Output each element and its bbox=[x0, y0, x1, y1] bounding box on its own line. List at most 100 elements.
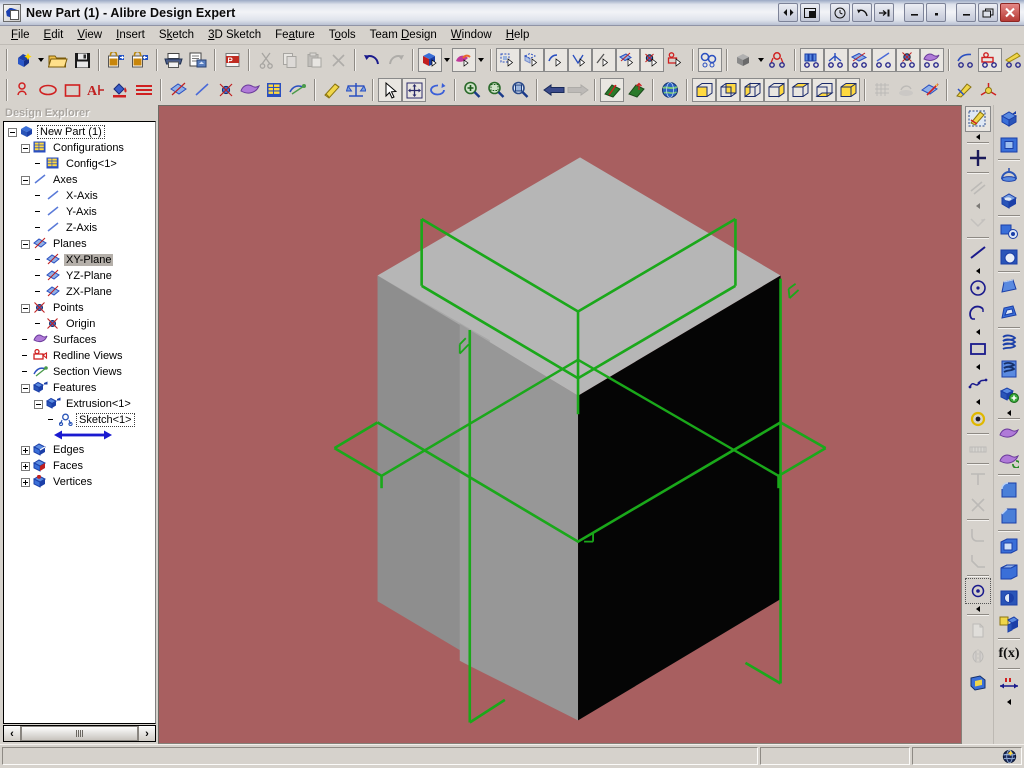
alibre-app-icon[interactable] bbox=[3, 4, 21, 22]
view-back-cube-button[interactable] bbox=[716, 78, 740, 102]
redo-button[interactable] bbox=[384, 48, 408, 72]
point-tool-button[interactable] bbox=[896, 48, 920, 72]
tree-expander-minus[interactable] bbox=[8, 128, 17, 137]
tree-item-z-axis[interactable]: Z-Axis bbox=[6, 220, 155, 236]
show-config-button[interactable] bbox=[262, 78, 286, 102]
history-button[interactable] bbox=[830, 3, 850, 22]
print-preview-button[interactable] bbox=[186, 48, 210, 72]
select-vertex-button[interactable] bbox=[568, 48, 592, 72]
select-part-button[interactable] bbox=[418, 48, 442, 72]
sketch-chamfer-button[interactable] bbox=[965, 548, 991, 574]
sketch-flyout-arrow-6[interactable] bbox=[965, 397, 991, 406]
scroll-thumb[interactable] bbox=[21, 726, 138, 741]
tree-expander-minus[interactable] bbox=[21, 176, 30, 185]
feature-loft-cut-button[interactable] bbox=[996, 300, 1022, 326]
restore-panels-button[interactable] bbox=[778, 3, 798, 22]
menu-feature[interactable]: Feature bbox=[268, 27, 322, 43]
sketch-spline-button[interactable] bbox=[965, 371, 991, 397]
delete-button[interactable] bbox=[326, 48, 350, 72]
sketch-circle-button[interactable] bbox=[965, 275, 991, 301]
window-layout-button[interactable] bbox=[800, 3, 820, 22]
tree-item-edges[interactable]: Edges bbox=[6, 442, 155, 458]
tree-item-axes[interactable]: Axes bbox=[6, 172, 155, 188]
sketch-flyout-arrow-7[interactable] bbox=[965, 604, 991, 613]
view-forward-button[interactable] bbox=[566, 78, 590, 102]
axis-tool-button[interactable] bbox=[872, 48, 896, 72]
show-points-button[interactable] bbox=[214, 78, 238, 102]
save-button[interactable] bbox=[70, 48, 94, 72]
sketch-flyout-arrow-1[interactable] bbox=[965, 132, 991, 141]
sketch-mode-button[interactable] bbox=[766, 48, 790, 72]
sketch-rect-button[interactable] bbox=[60, 78, 84, 102]
sketch-flyout-arrow-4[interactable] bbox=[965, 327, 991, 336]
assembly-insert-button[interactable] bbox=[800, 48, 824, 72]
select-plane-button[interactable] bbox=[616, 48, 640, 72]
select-point-button[interactable] bbox=[640, 48, 664, 72]
tree-expander-plus[interactable] bbox=[21, 462, 30, 471]
tree-item-features[interactable]: Features bbox=[6, 380, 155, 396]
sketch-display-button[interactable] bbox=[952, 78, 976, 102]
view-right-button[interactable] bbox=[764, 78, 788, 102]
tree-item-planes[interactable]: Planes bbox=[6, 236, 155, 252]
mdi-minimize-button[interactable] bbox=[904, 3, 924, 22]
tree-expander-minus[interactable] bbox=[21, 240, 30, 249]
rollback-bar[interactable] bbox=[6, 428, 155, 442]
tree-item-sketch-1[interactable]: Sketch<1> bbox=[6, 412, 155, 428]
sketch-figure-button[interactable] bbox=[12, 78, 36, 102]
menu-window[interactable]: Window bbox=[444, 27, 499, 43]
coordinate-button[interactable] bbox=[976, 78, 1000, 102]
grid-toggle-button[interactable] bbox=[870, 78, 894, 102]
menu-sketch[interactable]: Sketch bbox=[152, 27, 201, 43]
scroll-track[interactable] bbox=[21, 726, 138, 741]
sketch-fill-button[interactable] bbox=[108, 78, 132, 102]
sketch-lines-button[interactable] bbox=[132, 78, 156, 102]
menu-team-design[interactable]: Team Design bbox=[363, 27, 444, 43]
copy-button[interactable] bbox=[278, 48, 302, 72]
select-feature-button[interactable] bbox=[496, 48, 520, 72]
feature-flyout-arrow-2[interactable] bbox=[996, 697, 1022, 706]
sketch-dimension-button[interactable] bbox=[965, 436, 991, 462]
open-button[interactable] bbox=[46, 48, 70, 72]
maximize-button[interactable] bbox=[978, 3, 998, 22]
minimize-button[interactable] bbox=[956, 3, 976, 22]
menu-insert[interactable]: Insert bbox=[109, 27, 152, 43]
tree-item-redline-views[interactable]: Redline Views bbox=[6, 348, 155, 364]
sketch-arc-button[interactable] bbox=[965, 301, 991, 327]
check-in-button[interactable] bbox=[128, 48, 152, 72]
mdi-restore-button[interactable] bbox=[926, 3, 946, 22]
team-globe-icon[interactable] bbox=[1002, 749, 1017, 764]
select-axis-button[interactable] bbox=[592, 48, 616, 72]
feature-helix-boss-button[interactable] bbox=[996, 330, 1022, 356]
sketch-flyout-arrow-3[interactable] bbox=[965, 266, 991, 275]
feature-extrude-cut-button[interactable] bbox=[996, 132, 1022, 158]
sketch-polyline-button[interactable] bbox=[965, 210, 991, 236]
physical-props-button[interactable] bbox=[344, 78, 368, 102]
feature-revolve-boss-button[interactable] bbox=[996, 162, 1022, 188]
select-color-dropdown[interactable] bbox=[476, 48, 486, 72]
view-front-button[interactable] bbox=[692, 78, 716, 102]
sketch-offset-button[interactable] bbox=[965, 617, 991, 643]
normal-to-button[interactable] bbox=[600, 78, 624, 102]
undo-window-button[interactable] bbox=[852, 3, 872, 22]
render-mode-button[interactable] bbox=[658, 78, 682, 102]
sketch-perp-button[interactable] bbox=[965, 466, 991, 492]
tree-item-new-part-1[interactable]: New Part (1) bbox=[6, 124, 155, 140]
zoom-fit-button[interactable] bbox=[508, 78, 532, 102]
annotation-button[interactable] bbox=[320, 78, 344, 102]
scroll-right-button[interactable]: › bbox=[138, 726, 155, 741]
pan-button[interactable] bbox=[402, 78, 426, 102]
tree-item-zx-plane[interactable]: ZX-Plane bbox=[6, 284, 155, 300]
feature-pattern-button[interactable] bbox=[996, 611, 1022, 637]
tree-item-points[interactable]: Points bbox=[6, 300, 155, 316]
feature-fillet-button[interactable] bbox=[996, 477, 1022, 503]
check-out-button[interactable] bbox=[104, 48, 128, 72]
feature-chamfer-button[interactable] bbox=[996, 503, 1022, 529]
3d-scene[interactable] bbox=[159, 106, 961, 743]
edge-tool-button[interactable] bbox=[954, 48, 978, 72]
highlight-tool-button[interactable] bbox=[1002, 48, 1024, 72]
select-face-button[interactable] bbox=[520, 48, 544, 72]
pin-window-button[interactable] bbox=[874, 3, 894, 22]
show-axes-button[interactable] bbox=[190, 78, 214, 102]
surface-tool-button[interactable] bbox=[920, 48, 944, 72]
shadow-toggle-button[interactable] bbox=[894, 78, 918, 102]
